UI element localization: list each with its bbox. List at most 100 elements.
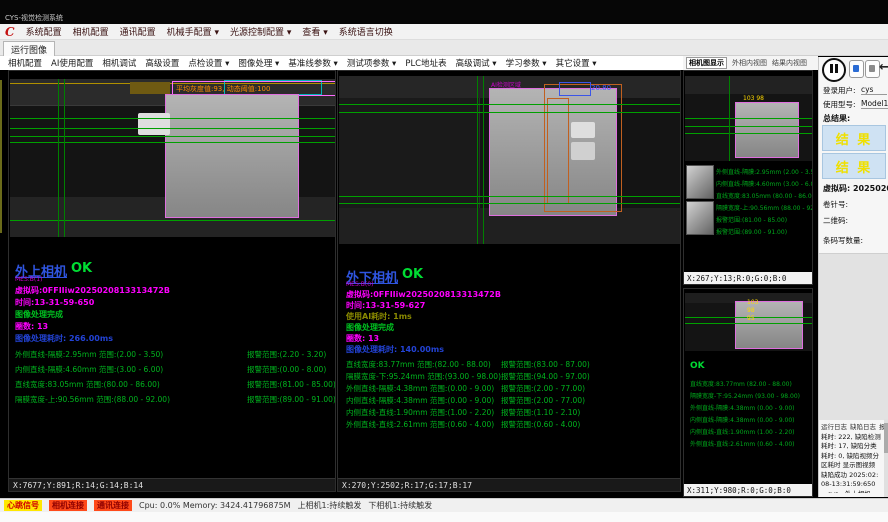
left-mes-label: MES:B(1)	[15, 276, 42, 283]
view-tab-strip: 相机图显示 外相内视图 结果内视图	[683, 56, 818, 70]
olive-roi-block	[130, 82, 170, 94]
result-box-1: 结 果	[822, 125, 886, 151]
menu-bar: C 系统配置 相机配置 通讯配置 机械手配置 ▾ 光源控制配置 ▾ 查看 ▾ 系…	[0, 24, 888, 40]
toolbar-image-process-menu[interactable]: 图像处理 ▾	[238, 57, 279, 69]
left-count-text: 圈数: 13	[15, 321, 48, 332]
total-result-label: 总结果:	[823, 113, 850, 124]
battery-cell-region	[735, 301, 803, 349]
toolbar: 相机配置 AI使用配置 相机调试 高级设置 点检设置 ▾ 图像处理 ▾ 基准线参…	[0, 56, 683, 70]
measure-row: 内侧直线-隔膜:4.38mm 范围:(0.00 - 9.00)	[346, 395, 494, 406]
pause-button[interactable]	[822, 58, 846, 82]
menu-item-system-config[interactable]: 系统配置	[26, 25, 62, 38]
menu-item-comm-config[interactable]: 通讯配置	[120, 25, 156, 38]
log-tab-run[interactable]: 运行日志	[821, 421, 847, 431]
cpu-memory-text: Cpu: 0.0% Memory: 3424.41796875M	[139, 501, 291, 510]
reel-number-label: 卷针号:	[823, 199, 848, 210]
machine-rail-top	[685, 76, 813, 94]
barcode-count-label: 条码写数量:	[823, 235, 863, 246]
result-box-2: 结 果	[822, 153, 886, 179]
toolbar-advanced-debug-menu[interactable]: 高级调试 ▾	[456, 57, 497, 69]
measure-row: 外侧直线-直线:2.61mm 范围:(0.60 - 4.00)	[346, 419, 494, 430]
center-barcode-text: 虚拟码:0FFIIiw2025020813313472B	[346, 289, 501, 300]
toolbar-test-params-menu[interactable]: 测试项参数 ▾	[347, 57, 396, 69]
log-text: 耗时: 222, 缺陷检测耗时: 17, 缺陷分类耗时: 0, 缺陷视频分区耗时…	[821, 433, 881, 493]
bottom-strip	[0, 512, 888, 522]
measure-line	[685, 133, 813, 134]
small2-pixel-coord-bar: X:311;Y:980;R:0;G:0;B:0	[684, 484, 812, 497]
bright-feature	[571, 122, 595, 138]
toolbar-camera-config[interactable]: 相机配置	[8, 57, 42, 69]
lower-camera-trigger-text[interactable]: 下相机1:持续触发	[368, 500, 432, 511]
battery-cell-region	[735, 102, 799, 158]
view-tab-outer[interactable]: 外相内视图	[732, 58, 767, 68]
tab-run-image[interactable]: 运行图像	[3, 41, 55, 56]
menu-item-robot-config[interactable]: 机械手配置 ▾	[167, 25, 219, 38]
toolbar-learning-params-menu[interactable]: 学习参数 ▾	[506, 57, 547, 69]
center-ai-time-text: 使用AI耗时: 1ms	[346, 311, 412, 322]
alarm-range: 报警范围:(1.10 - 2.10)	[501, 407, 580, 418]
center-proc-time-text: 图像处理耗时: 140.00ms	[346, 344, 444, 355]
bright-feature	[571, 142, 595, 160]
menu-item-camera-config[interactable]: 相机配置	[73, 25, 109, 38]
battery-cell-region	[165, 94, 299, 218]
toolbar-spotcheck-menu[interactable]: 点检设置 ▾	[188, 57, 229, 69]
toolbar-plc-address[interactable]: PLC地址表	[405, 57, 446, 69]
measure-row: 内侧直线-直线:1.90mm (1.00 - 2.20)	[690, 427, 795, 436]
upper-camera-trigger-text[interactable]: 上相机1:持续触发	[298, 500, 362, 511]
small-camera-image-1[interactable]: 103 98	[685, 76, 813, 161]
log-tab-defect[interactable]: 缺陷日志	[850, 421, 876, 431]
alarm-range: 报警范围:(2.00 - 77.00)	[501, 383, 585, 394]
model-label: 使用型号:	[823, 99, 856, 110]
small2-ok-status: OK	[690, 361, 705, 371]
back-arrow-icon[interactable]: ←	[879, 60, 888, 75]
window-titlebar: CYS-视觉检测系统	[0, 0, 888, 24]
toolbar-camera-debug[interactable]: 相机调试	[102, 57, 136, 69]
menu-item-light-config[interactable]: 光源控制配置 ▾	[230, 25, 291, 38]
log-scrollbar-thumb[interactable]	[884, 423, 888, 453]
tool-button-2[interactable]	[865, 60, 880, 78]
left-done-text: 图像处理完成	[15, 309, 63, 320]
measure-vline	[477, 76, 478, 244]
center-count-text: 圈数: 13	[346, 333, 379, 344]
toolbar-ai-config[interactable]: AI使用配置	[51, 57, 93, 69]
measure-line	[685, 126, 813, 127]
left-time-text: 时间:13-31-59-650	[15, 297, 94, 308]
measure-vline	[729, 76, 730, 161]
left-barcode-text: 虚拟码:0FFIIiw2025020813313472B	[15, 285, 170, 296]
view-tab-result[interactable]: 结果内视图	[772, 58, 807, 68]
toolbar-advanced-settings[interactable]: 高级设置	[145, 57, 179, 69]
ai-region-label: AI检测区域	[491, 80, 521, 89]
measure-row: 直线宽度:83.05mm (80.00 - 86.00)	[716, 191, 813, 200]
defect-thumbnail[interactable]	[686, 165, 714, 199]
qr-code-label: 二维码:	[823, 215, 848, 226]
overlay-value: 103	[747, 299, 758, 306]
measure-row: 内侧直线-隔膜:4.38mm (0.00 - 9.00)	[690, 415, 795, 424]
small-camera-image-2[interactable]: 103 98 95	[685, 293, 813, 351]
toolbar-baseline-params-menu[interactable]: 基准线参数 ▾	[288, 57, 337, 69]
measure-row: 报警范围:(81.00 - 85.00)	[716, 215, 787, 224]
measure-line	[339, 112, 681, 113]
center-camera-image[interactable]: AI检测区域 20.80	[339, 76, 681, 244]
alarm-range: 报警范围:(0.60 - 4.00)	[501, 419, 580, 430]
view-tab-camera[interactable]: 相机图显示	[686, 57, 727, 69]
overlay-value: 98	[747, 307, 755, 314]
window-title: CYS-视觉检测系统	[5, 13, 63, 23]
log-scrollbar[interactable]	[884, 419, 888, 497]
camera-connect-badge: 相机连接	[49, 500, 87, 511]
log-tab-strip: 运行日志 缺陷日志 报警日志	[821, 421, 888, 431]
left-camera-image[interactable]: 平均灰度值:93, 动态阈值:100	[10, 79, 336, 237]
menu-item-view[interactable]: 查看 ▾	[302, 25, 327, 38]
left-camera-ok-status: OK	[71, 261, 92, 276]
blue-value-box	[559, 82, 591, 96]
measure-row: 外侧直线-隔膜:2.95mm (2.00 - 3.50)	[716, 167, 813, 176]
center-pixel-coord-bar: X:270;Y:2502;R:17;G:17;B:17	[338, 478, 680, 492]
orange-inner-roi	[547, 98, 569, 204]
virtual-code-value: 虚拟码: 20250208	[823, 183, 888, 194]
toolbar-other-settings-menu[interactable]: 其它设置 ▾	[556, 57, 597, 69]
alarm-range: 报警范围:(81.00 - 85.00)	[247, 379, 336, 390]
defect-thumbnail[interactable]	[686, 201, 714, 235]
menu-item-language[interactable]: 系统语言切换	[339, 25, 393, 38]
tool-button-1[interactable]	[849, 60, 864, 78]
measure-line	[339, 104, 681, 105]
measure-line	[339, 196, 681, 197]
